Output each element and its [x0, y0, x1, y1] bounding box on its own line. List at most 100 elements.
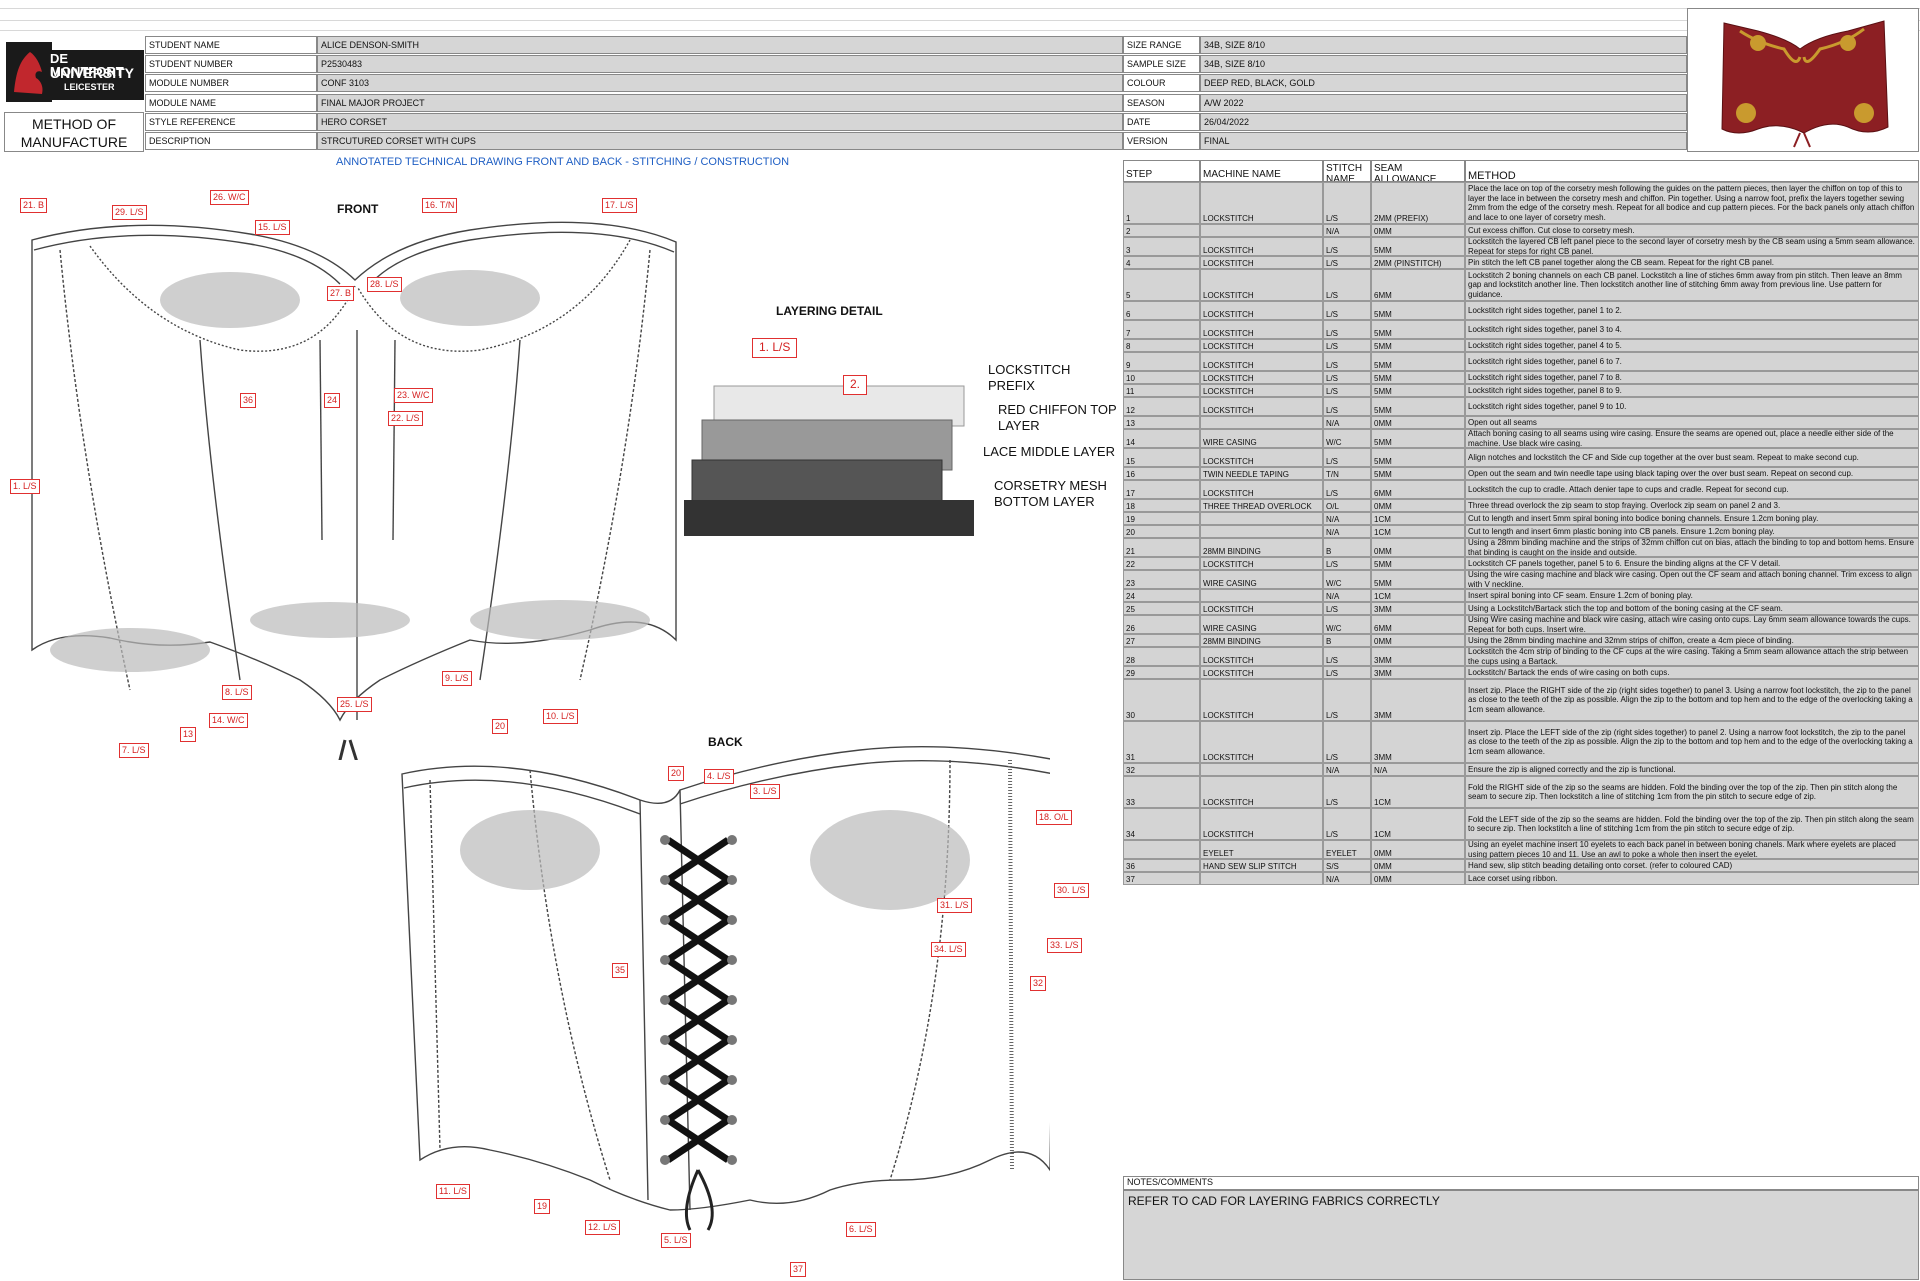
- machine-name-cell: [1200, 224, 1323, 237]
- method-cell: Lockstitch CF panels together, panel 5 t…: [1465, 557, 1919, 570]
- machine-name-cell: LOCKSTITCH: [1200, 808, 1323, 840]
- back-callout: 3. L/S: [750, 784, 780, 799]
- method-cell: Cut to length and insert 6mm plastic bon…: [1465, 525, 1919, 538]
- seam-allowance-cell: N/A: [1371, 763, 1465, 776]
- step-number-cell: 20: [1123, 525, 1200, 538]
- machine-name-cell: LOCKSTITCH: [1200, 256, 1323, 269]
- stitch-name-cell: B: [1323, 538, 1371, 557]
- front-callout: 17. L/S: [602, 198, 637, 213]
- step-number-cell: 28: [1123, 647, 1200, 666]
- back-callout: 37: [790, 1262, 807, 1277]
- back-corset-drawing: [401, 745, 1050, 1231]
- stitch-name-cell: L/S: [1323, 182, 1371, 224]
- stitch-name-cell: L/S: [1323, 721, 1371, 763]
- seam-allowance-cell: 5MM: [1371, 397, 1465, 416]
- machine-name-cell: LOCKSTITCH: [1200, 647, 1323, 666]
- layering-label-prefix: LOCKSTITCH PREFIX: [988, 362, 1071, 393]
- method-cell: Lockstitch right sides together, panel 1…: [1465, 301, 1919, 320]
- front-callout: 23. W/C: [394, 388, 433, 403]
- header-seam-allowance: SEAM ALLOWANCE: [1371, 160, 1465, 182]
- field-label: VERSION: [1123, 132, 1200, 150]
- field-value: 34B, SIZE 8/10: [1200, 55, 1687, 73]
- seam-allowance-cell: 5MM: [1371, 371, 1465, 384]
- front-callout: 7. L/S: [119, 743, 149, 758]
- machine-name-cell: LOCKSTITCH: [1200, 320, 1323, 339]
- method-cell: Lockstitch the cup to cradle. Attach den…: [1465, 480, 1919, 499]
- step-number-cell: 24: [1123, 589, 1200, 602]
- step-number-cell: 26: [1123, 615, 1200, 634]
- step-number-cell: 30: [1123, 679, 1200, 721]
- field-value: CONF 3103: [317, 74, 1123, 92]
- machine-name-cell: LOCKSTITCH: [1200, 182, 1323, 224]
- stitch-name-cell: W/C: [1323, 570, 1371, 589]
- back-callout: 32: [1030, 976, 1047, 991]
- step-number-cell: 11: [1123, 384, 1200, 397]
- method-cell: Hand sew, slip stitch beading detailing …: [1465, 859, 1919, 872]
- step-number-cell: 19: [1123, 512, 1200, 525]
- step-number-cell: 34: [1123, 808, 1200, 840]
- header-machine-name: MACHINE NAME: [1200, 160, 1323, 182]
- stitch-name-cell: W/C: [1323, 429, 1371, 448]
- step-number-cell: 6: [1123, 301, 1200, 320]
- front-callout: 27. B: [327, 286, 355, 301]
- lion-crest-icon: [6, 42, 52, 102]
- drawing-title: ANNOTATED TECHNICAL DRAWING FRONT AND BA…: [336, 156, 790, 168]
- back-callout: 34. L/S: [931, 942, 966, 957]
- method-cell: Lockstitch 2 boning channels on each CB …: [1465, 269, 1919, 301]
- seam-allowance-cell: 1CM: [1371, 525, 1465, 538]
- field-label: SIZE RANGE: [1123, 36, 1200, 54]
- header-method: METHOD: [1465, 160, 1919, 182]
- step-number-cell: 27: [1123, 634, 1200, 647]
- seam-allowance-cell: 3MM: [1371, 679, 1465, 721]
- machine-name-cell: LOCKSTITCH: [1200, 721, 1323, 763]
- back-callout: 30. L/S: [1054, 883, 1089, 898]
- machine-name-cell: [1200, 872, 1323, 885]
- table-row: 14 WIRE CASING W/C 5MM Attach boning casing …: [1123, 429, 1919, 448]
- field-value: A/W 2022: [1200, 94, 1687, 112]
- stitch-name-cell: L/S: [1323, 384, 1371, 397]
- table-row: 1 LOCKSTITCH L/S 2MM (PREFIX) Place the lace…: [1123, 182, 1919, 224]
- machine-name-cell: LOCKSTITCH: [1200, 679, 1323, 721]
- table-row: 26 WIRE CASING W/C 6MM Using Wire casing mac…: [1123, 615, 1919, 634]
- table-row: 2 N/A 0MM Cut excess chiffon. Cut close to …: [1123, 224, 1919, 237]
- field-label: SAMPLE SIZE: [1123, 55, 1200, 73]
- layering-label-mesh: CORSETRY MESH BOTTOM LAYER: [994, 478, 1107, 509]
- step-number-cell: 17: [1123, 480, 1200, 499]
- seam-allowance-cell: 3MM: [1371, 666, 1465, 679]
- callout-layering-2: 2.: [843, 375, 868, 395]
- method-cell: Lockstitch the 4cm strip of binding to t…: [1465, 647, 1919, 666]
- back-callout: 11. L/S: [436, 1184, 470, 1199]
- method-cell: Lace corset using ribbon.: [1465, 872, 1919, 885]
- machine-name-cell: LOCKSTITCH: [1200, 339, 1323, 352]
- field-label: COLOUR: [1123, 74, 1200, 92]
- front-callout: 8. L/S: [222, 685, 252, 700]
- table-row: 12 LOCKSTITCH L/S 5MM Lockstitch right sides…: [1123, 397, 1919, 416]
- method-cell: Using the 28mm binding machine and 32mm …: [1465, 634, 1919, 647]
- field-value: STRCUTURED CORSET WITH CUPS: [317, 132, 1123, 150]
- front-corset-drawing: [31, 221, 677, 760]
- layering-detail-title: LAYERING DETAIL: [776, 304, 883, 318]
- field-label: STUDENT NAME: [145, 36, 317, 54]
- stitch-name-cell: L/S: [1323, 237, 1371, 256]
- method-cell: Align notches and lockstitch the CF and …: [1465, 448, 1919, 467]
- method-cell: Fold the RIGHT side of the zip so the se…: [1465, 776, 1919, 808]
- table-row: 25 LOCKSTITCH L/S 3MM Using a Lockstitch/Bar…: [1123, 602, 1919, 615]
- step-number-cell: 15: [1123, 448, 1200, 467]
- front-callout: 22. L/S: [388, 411, 423, 426]
- method-cell: Insert zip. Place the RIGHT side of the …: [1465, 679, 1919, 721]
- stitch-name-cell: EYELET: [1323, 840, 1371, 859]
- front-callout: 24: [324, 393, 341, 408]
- front-callout: 16. T/N: [422, 198, 458, 213]
- university-logo: DE MONTFORT UNIVERSITY LEICESTER: [4, 36, 144, 110]
- step-number-cell: 22: [1123, 557, 1200, 570]
- stitch-name-cell: L/S: [1323, 647, 1371, 666]
- table-row: 31 LOCKSTITCH L/S 3MM Insert zip. Place the …: [1123, 721, 1919, 763]
- seam-allowance-cell: 5MM: [1371, 320, 1465, 339]
- table-row: 8 LOCKSTITCH L/S 5MM Lockstitch right sides …: [1123, 339, 1919, 352]
- spreadsheet-header-rows: [0, 0, 1920, 31]
- back-callout: 6. L/S: [846, 1222, 876, 1237]
- field-value: ALICE DENSON-SMITH: [317, 36, 1123, 54]
- table-row: 36 HAND SEW SLIP STITCH S/S 0MM Hand sew, sl…: [1123, 859, 1919, 872]
- seam-allowance-cell: 0MM: [1371, 416, 1465, 429]
- step-number-cell: 1: [1123, 182, 1200, 224]
